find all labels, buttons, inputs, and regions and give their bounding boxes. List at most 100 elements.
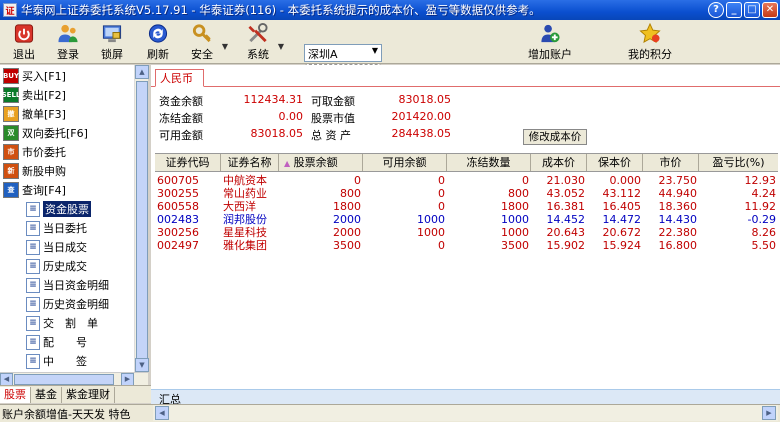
table-cell: 002483 <box>157 213 199 226</box>
table-cell: 星星科技 <box>223 226 267 239</box>
system-button[interactable]: 系统 ▼ <box>238 22 284 62</box>
nav-vertical-scrollbar[interactable]: ▲ ▼ <box>134 65 149 372</box>
nav-sub-today-trades[interactable]: ≡ 当日成交 <box>26 238 87 256</box>
document-icon: ≡ <box>26 220 40 236</box>
ipo-icon: 新 <box>3 163 19 179</box>
refresh-button[interactable]: 刷新 <box>138 22 178 62</box>
add-account-button[interactable]: 增加账户 <box>522 22 578 62</box>
help-button[interactable]: ? <box>708 2 724 18</box>
nav-sub-today-orders[interactable]: ≡ 当日委托 <box>26 219 87 237</box>
lock-screen-icon <box>102 25 122 43</box>
column-header[interactable]: 市价 <box>643 154 699 171</box>
summary-value: 0.00 <box>278 110 304 123</box>
column-header[interactable]: 证券代码 <box>155 154 221 171</box>
column-header[interactable]: 可用余额 <box>363 154 447 171</box>
table-cell: 14.452 <box>546 213 586 226</box>
table-cell: 002497 <box>157 239 199 252</box>
summary-label: 资金余额 <box>159 95 203 108</box>
table-cell: 3500 <box>333 239 361 252</box>
column-header[interactable]: 成本价 <box>531 154 587 171</box>
nav-item-query[interactable]: 查 查询[F4] <box>3 181 66 199</box>
summary-value: 83018.05 <box>398 93 452 106</box>
nav-horizontal-scrollbar[interactable]: ◀ ▶ <box>0 372 148 386</box>
column-header-sorted[interactable]: ▲ 股票余额 <box>279 154 363 171</box>
table-cell: 中航资本 <box>223 174 267 187</box>
scroll-up-icon[interactable]: ▲ <box>135 65 149 79</box>
column-header[interactable]: 证券名称 <box>221 154 279 171</box>
summary-label: 总 资 产 <box>311 129 351 142</box>
scroll-thumb[interactable] <box>136 81 148 361</box>
nav-item-ipo[interactable]: 新 新股申购 <box>3 162 66 180</box>
login-button[interactable]: 登录 <box>48 22 88 62</box>
summary-label: 可用金额 <box>159 129 203 142</box>
nav-item-cancel[interactable]: 撤 撤单[F3] <box>3 105 66 123</box>
nav-item-sell[interactable]: SELL 卖出[F2] <box>2 86 66 104</box>
total-bar: 汇总 <box>151 389 780 406</box>
table-row[interactable]: 300256 星星科技 2000 1000 1000 20.643 20.672 22.380… <box>155 226 778 239</box>
table-cell: 8.26 <box>751 226 777 239</box>
market-order-icon: 市 <box>3 144 19 160</box>
query-icon: 查 <box>3 182 19 198</box>
nav-sub-funds-stocks[interactable]: ≡ 资金股票 <box>26 200 91 218</box>
nav-item-buy[interactable]: BUY 买入[F1] <box>3 67 66 85</box>
table-cell: 800 <box>340 187 361 200</box>
security-button[interactable]: 安全 ▼ <box>182 22 228 62</box>
table-cell: 1800 <box>333 200 361 213</box>
table-cell: 雅化集团 <box>223 239 267 252</box>
minimize-button[interactable]: _ <box>726 2 742 18</box>
nav-item-two-way[interactable]: 双 双向委托[F6] <box>3 124 88 142</box>
column-header[interactable]: 冻结数量 <box>447 154 531 171</box>
table-cell: 300256 <box>157 226 199 239</box>
scroll-thumb[interactable] <box>14 374 114 385</box>
currency-tabs: 人民币 <box>151 65 780 87</box>
nav-sub-settlement[interactable]: ≡ 交 割 单 <box>26 314 98 332</box>
exit-button[interactable]: 退出 <box>4 22 44 62</box>
nav-sub-history-trades[interactable]: ≡ 历史成交 <box>26 257 87 275</box>
scroll-right-icon[interactable]: ▶ <box>762 406 776 420</box>
modify-cost-button[interactable]: 修改成本价 <box>523 129 587 145</box>
document-icon: ≡ <box>26 296 40 312</box>
summary-label: 冻结金额 <box>159 112 203 125</box>
table-cell: 20.643 <box>546 226 586 239</box>
maximize-button[interactable]: □ <box>744 2 760 18</box>
table-row[interactable]: 300255 常山药业 800 0 800 43.052 43.112 44.940 4.24 <box>155 187 778 200</box>
table-cell: 15.924 <box>602 239 642 252</box>
table-row[interactable]: 002483 润邦股份 2000 1000 1000 14.452 14.472 14.430… <box>155 213 778 226</box>
market-select[interactable]: 深圳A ▼ <box>304 44 382 62</box>
table-cell: 1800 <box>501 200 529 213</box>
table-row[interactable]: 600558 大西洋 1800 0 1800 16.381 16.405 18.360 11.9… <box>155 200 778 213</box>
table-cell: 大西洋 <box>223 200 256 213</box>
column-header[interactable]: 盈亏比(%) <box>699 154 778 171</box>
document-icon: ≡ <box>26 315 40 331</box>
table-horizontal-scrollbar[interactable]: ◀ ▶ <box>153 405 778 421</box>
tab-zijin-wealth[interactable]: 紫金理财 <box>62 386 115 403</box>
system-dropdown-arrow[interactable]: ▼ <box>278 42 284 51</box>
table-cell: 15.902 <box>546 239 586 252</box>
table-row[interactable]: 600705 中航资本 0 0 0 21.030 0.000 23.750 12.93 <box>155 174 778 187</box>
two-way-order-icon: 双 <box>3 125 19 141</box>
table-cell: 5.50 <box>751 239 777 252</box>
lock-screen-button[interactable]: 锁屏 <box>92 22 132 62</box>
nav-sub-allotment[interactable]: ≡ 配 号 <box>26 333 87 351</box>
table-cell: 1000 <box>417 213 445 226</box>
table-cell: 44.940 <box>658 187 698 200</box>
tab-rmb[interactable]: 人民币 <box>155 69 204 87</box>
exit-icon <box>14 24 34 43</box>
nav-sub-history-fund-details[interactable]: ≡ 历史资金明细 <box>26 295 109 313</box>
nav-item-market-order[interactable]: 市 市价委托 <box>3 143 66 161</box>
summary-value: 284438.05 <box>391 127 452 140</box>
scroll-left-icon[interactable]: ◀ <box>155 406 169 420</box>
table-row[interactable]: 002497 雅化集团 3500 0 3500 15.902 15.924 16.800 5.5… <box>155 239 778 252</box>
security-dropdown-arrow[interactable]: ▼ <box>222 42 228 51</box>
close-button[interactable]: ✕ <box>762 2 778 18</box>
toolbar: 退出 登录 锁屏 刷新 安全 ▼ 系统 ▼ 深圳A ▼ 增加账户 我的积分 <box>0 20 780 82</box>
column-header[interactable]: 保本价 <box>587 154 643 171</box>
tab-funds[interactable]: 基金 <box>31 386 62 403</box>
table-cell: 常山药业 <box>223 187 267 200</box>
scroll-down-icon[interactable]: ▼ <box>135 358 149 372</box>
nav-sub-today-fund-details[interactable]: ≡ 当日资金明细 <box>26 276 109 294</box>
tab-stocks[interactable]: 股票 <box>0 386 31 403</box>
nav-sub-winning[interactable]: ≡ 中 签 <box>26 352 87 370</box>
status-text[interactable]: 账户余额增值-天天发 特色 <box>2 406 152 422</box>
my-points-button[interactable]: 我的积分 <box>622 22 678 62</box>
